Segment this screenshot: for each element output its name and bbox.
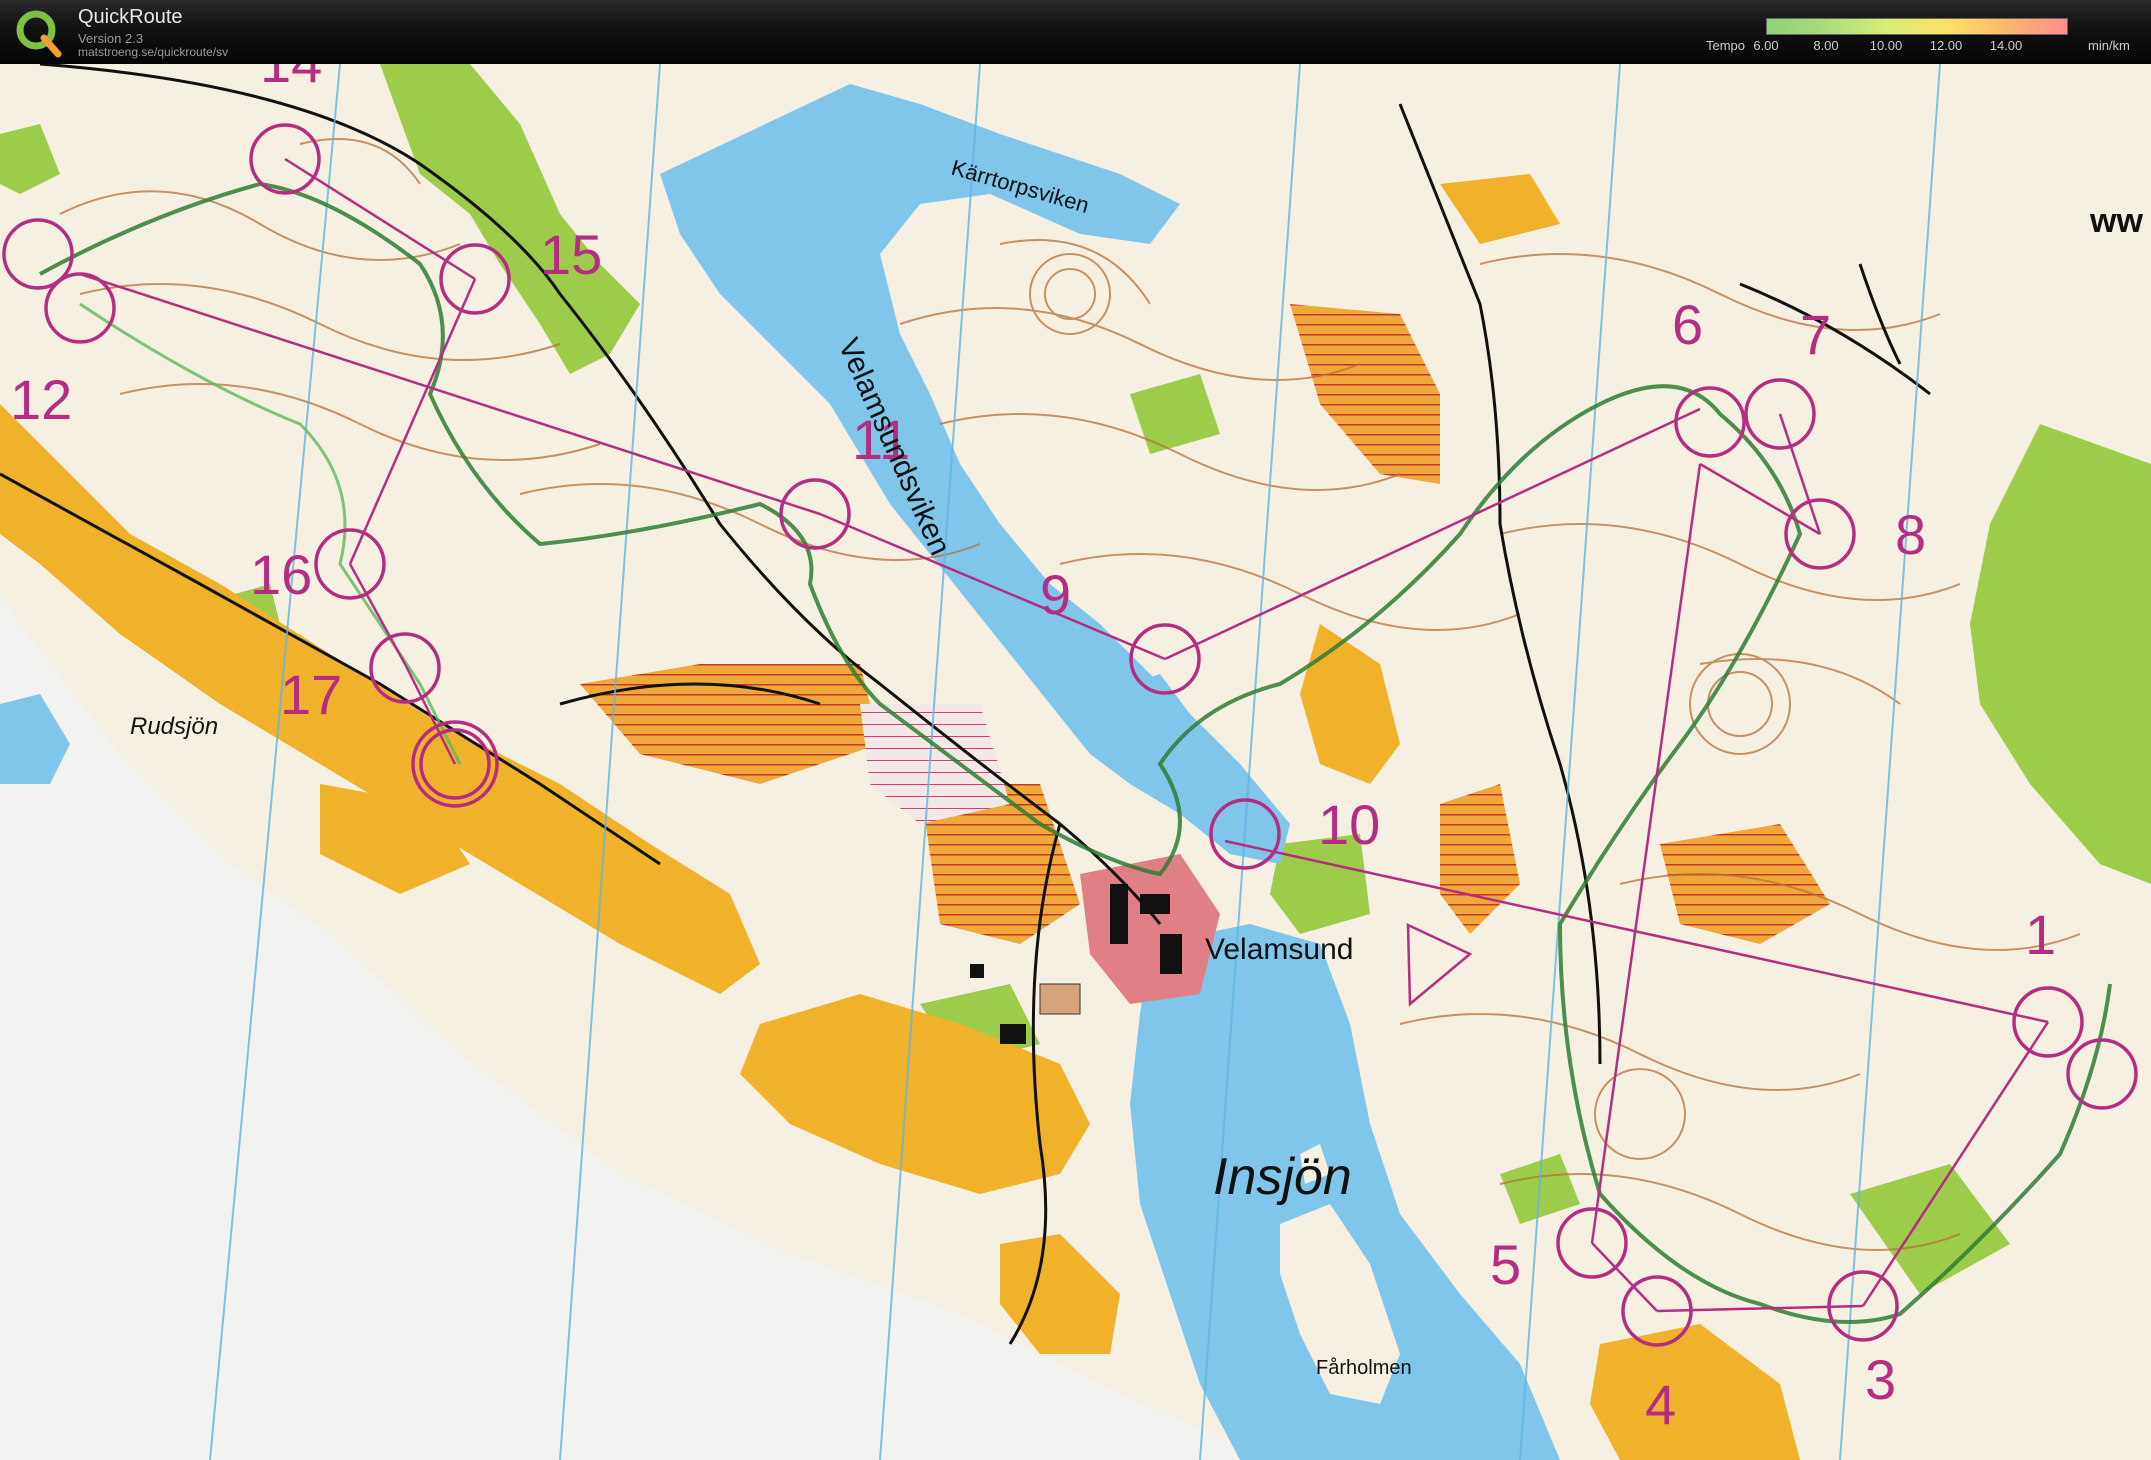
tempo-tick: 10.00 bbox=[1869, 38, 1903, 53]
tempo-color-scale bbox=[1766, 18, 2068, 35]
tempo-legend-unit: min/km bbox=[2088, 38, 2130, 53]
quickroute-logo-icon bbox=[16, 10, 62, 58]
control-number-6: 6 bbox=[1672, 293, 1703, 356]
control-number-4: 4 bbox=[1645, 1373, 1676, 1436]
control-number-16: 16 bbox=[250, 543, 312, 606]
control-number-9: 9 bbox=[1040, 563, 1071, 626]
control-number-1: 1 bbox=[2025, 903, 2056, 966]
control-number-3: 3 bbox=[1865, 1348, 1896, 1411]
control-number-15: 15 bbox=[540, 223, 602, 286]
place-name-insjon: Insjön bbox=[1213, 1148, 1352, 1206]
control-number-12: 12 bbox=[10, 368, 72, 431]
control-number-8: 8 bbox=[1895, 503, 1926, 566]
control-number-17: 17 bbox=[280, 663, 342, 726]
map-corner-text: ww bbox=[2089, 202, 2143, 240]
tempo-tick: 14.00 bbox=[1989, 38, 2023, 53]
app-url: matstroeng.se/quickroute/sv bbox=[78, 45, 229, 59]
tempo-tick: 12.00 bbox=[1929, 38, 1963, 53]
control-number-7: 7 bbox=[1800, 303, 1831, 366]
app-header: QuickRoute Version 2.3 matstroeng.se/qui… bbox=[0, 0, 2151, 64]
place-name-rudsjon: Rudsjön bbox=[130, 713, 218, 740]
control-number-5: 5 bbox=[1490, 1233, 1521, 1296]
place-name-farholmen: Fårholmen bbox=[1316, 1357, 1412, 1379]
app-version: Version 2.3 bbox=[78, 31, 144, 46]
orienteering-map[interactable]: 14 15 12 11 16 17 9 10 6 7 8 1 5 4 3 Kär… bbox=[0, 64, 2151, 1460]
control-number-14: 14 bbox=[260, 64, 322, 94]
tempo-legend-label: Tempo bbox=[1706, 38, 1746, 53]
orienteering-map-canvas[interactable]: 14 15 12 11 16 17 9 10 6 7 8 1 5 4 3 Kär… bbox=[0, 64, 2151, 1460]
tempo-tick: 6.00 bbox=[1753, 38, 1779, 53]
app-title: QuickRoute bbox=[78, 6, 183, 28]
control-number-10: 10 bbox=[1318, 793, 1380, 856]
tempo-tick: 8.00 bbox=[1813, 38, 1839, 53]
place-name-velamsund: Velamsund bbox=[1205, 933, 1353, 966]
